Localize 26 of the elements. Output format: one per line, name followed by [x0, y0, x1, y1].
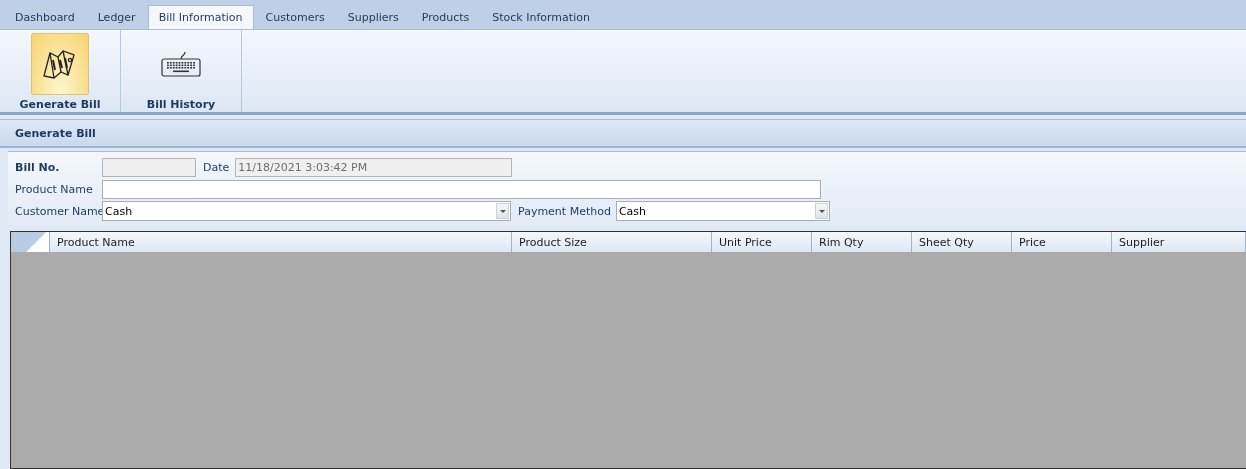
- keyboard-icon: [161, 51, 201, 77]
- column-header[interactable]: Price: [1012, 232, 1112, 252]
- tab[interactable]: Dashboard: [4, 5, 86, 29]
- column-header[interactable]: Product Size: [512, 232, 712, 252]
- tab[interactable]: Ledger: [86, 5, 147, 29]
- field-label: Bill No.: [15, 160, 61, 174]
- payment-dropdown[interactable]: Cash: [615, 201, 830, 221]
- column-header[interactable]: Rim Qty: [812, 232, 912, 252]
- product-name-field[interactable]: [102, 179, 821, 199]
- column-header[interactable]: Supplier: [1112, 232, 1246, 252]
- column-header[interactable]: Product Name: [50, 232, 512, 252]
- select-all-corner[interactable]: [11, 232, 50, 252]
- customer-dropdown[interactable]: Cash: [102, 201, 511, 221]
- ribbon-button[interactable]: Generate Bill: [4, 32, 116, 112]
- section-title: Generate Bill: [15, 126, 96, 140]
- tab[interactable]: Stock Information: [481, 5, 601, 29]
- tab[interactable]: Products: [410, 5, 481, 29]
- tab[interactable]: Suppliers: [336, 5, 410, 29]
- column-header[interactable]: Unit Price: [712, 232, 812, 252]
- ribbon-button[interactable]: Bill History: [125, 32, 237, 112]
- field-label: Product Name: [15, 182, 94, 196]
- field-label: Payment Method: [518, 204, 611, 218]
- tab[interactable]: Customers: [254, 5, 336, 29]
- field-label: Date: [203, 160, 230, 174]
- column-header[interactable]: Sheet Qty: [912, 232, 1012, 252]
- tab[interactable]: Bill Information: [147, 5, 254, 29]
